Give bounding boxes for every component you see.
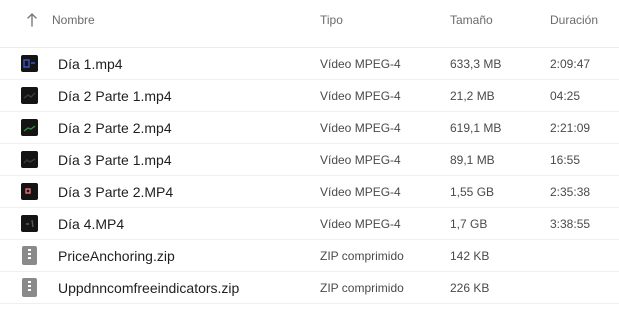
file-size: 89,1 MB (450, 153, 495, 167)
file-size: 619,1 MB (450, 121, 502, 135)
file-row[interactable]: PriceAnchoring.zip ZIP comprimido 142 KB (0, 240, 619, 272)
file-type: Vídeo MPEG-4 (320, 89, 401, 103)
file-size: 21,2 MB (450, 89, 495, 103)
file-row[interactable]: Día 2 Parte 2.mp4 Vídeo MPEG-4 619,1 MB 2:2… (0, 112, 619, 144)
file-name[interactable]: Uppdnncomfreeindicators.zip (58, 280, 239, 296)
file-row[interactable]: Día 3 Parte 2.MP4 Vídeo MPEG-4 1,55 GB 2:35… (0, 176, 619, 208)
file-row[interactable]: Día 2 Parte 1.mp4 Vídeo MPEG-4 21,2 MB 04:2… (0, 80, 619, 112)
file-type: Vídeo MPEG-4 (320, 57, 401, 71)
file-type: Vídeo MPEG-4 (320, 153, 401, 167)
file-duration: 2:35:38 (550, 185, 591, 199)
video-thumbnail-icon (21, 183, 38, 200)
file-size: 1,7 GB (450, 217, 488, 231)
file-name[interactable]: Día 1.mp4 (58, 56, 123, 72)
column-header-type[interactable]: Tipo (320, 13, 343, 27)
file-row[interactable]: Uppdnncomfreeindicators.zip ZIP comprimid… (0, 272, 619, 304)
file-browser: Nombre Tipo Tamaño Duración Día 1.mp4 Víd… (0, 0, 619, 316)
file-size: 142 KB (450, 249, 490, 263)
video-thumbnail-icon (21, 151, 38, 168)
file-name[interactable]: Día 2 Parte 2.mp4 (58, 120, 172, 136)
column-header-name[interactable]: Nombre (52, 13, 95, 27)
file-name[interactable]: Día 3 Parte 2.MP4 (58, 184, 173, 200)
video-thumbnail-icon (21, 215, 38, 232)
file-type: Vídeo MPEG-4 (320, 217, 401, 231)
video-thumbnail-icon (21, 87, 38, 104)
file-name[interactable]: Día 3 Parte 1.mp4 (58, 152, 172, 168)
file-name[interactable]: Día 4.MP4 (58, 216, 124, 232)
zip-archive-icon (22, 246, 37, 265)
file-row[interactable]: Día 1.mp4 Vídeo MPEG-4 633,3 MB 2:09:47 (0, 48, 619, 80)
file-duration: 04:25 (550, 89, 581, 103)
zip-archive-icon (22, 278, 37, 297)
file-size: 226 KB (450, 281, 490, 295)
file-type: Vídeo MPEG-4 (320, 121, 401, 135)
file-duration: 2:21:09 (550, 121, 591, 135)
file-type: ZIP comprimido (320, 249, 404, 263)
file-row[interactable]: Día 3 Parte 1.mp4 Vídeo MPEG-4 89,1 MB 16:5… (0, 144, 619, 176)
column-header-bar: Nombre Tipo Tamaño Duración (0, 0, 619, 48)
file-type: Vídeo MPEG-4 (320, 185, 401, 199)
arrow-up-icon[interactable] (25, 12, 39, 28)
file-type: ZIP comprimido (320, 281, 404, 295)
file-row[interactable]: Día 4.MP4 Vídeo MPEG-4 1,7 GB 3:38:55 (0, 208, 619, 240)
file-name[interactable]: PriceAnchoring.zip (58, 248, 175, 264)
video-thumbnail-icon (21, 119, 38, 136)
file-list: Día 1.mp4 Vídeo MPEG-4 633,3 MB 2:09:47 Día … (0, 48, 619, 304)
video-thumbnail-icon (21, 55, 38, 72)
file-name[interactable]: Día 2 Parte 1.mp4 (58, 88, 172, 104)
file-duration: 3:38:55 (550, 217, 591, 231)
file-size: 1,55 GB (450, 185, 495, 199)
file-duration: 2:09:47 (550, 57, 591, 71)
column-header-duration[interactable]: Duración (550, 13, 598, 27)
column-header-size[interactable]: Tamaño (450, 13, 493, 27)
file-duration: 16:55 (550, 153, 581, 167)
file-size: 633,3 MB (450, 57, 502, 71)
